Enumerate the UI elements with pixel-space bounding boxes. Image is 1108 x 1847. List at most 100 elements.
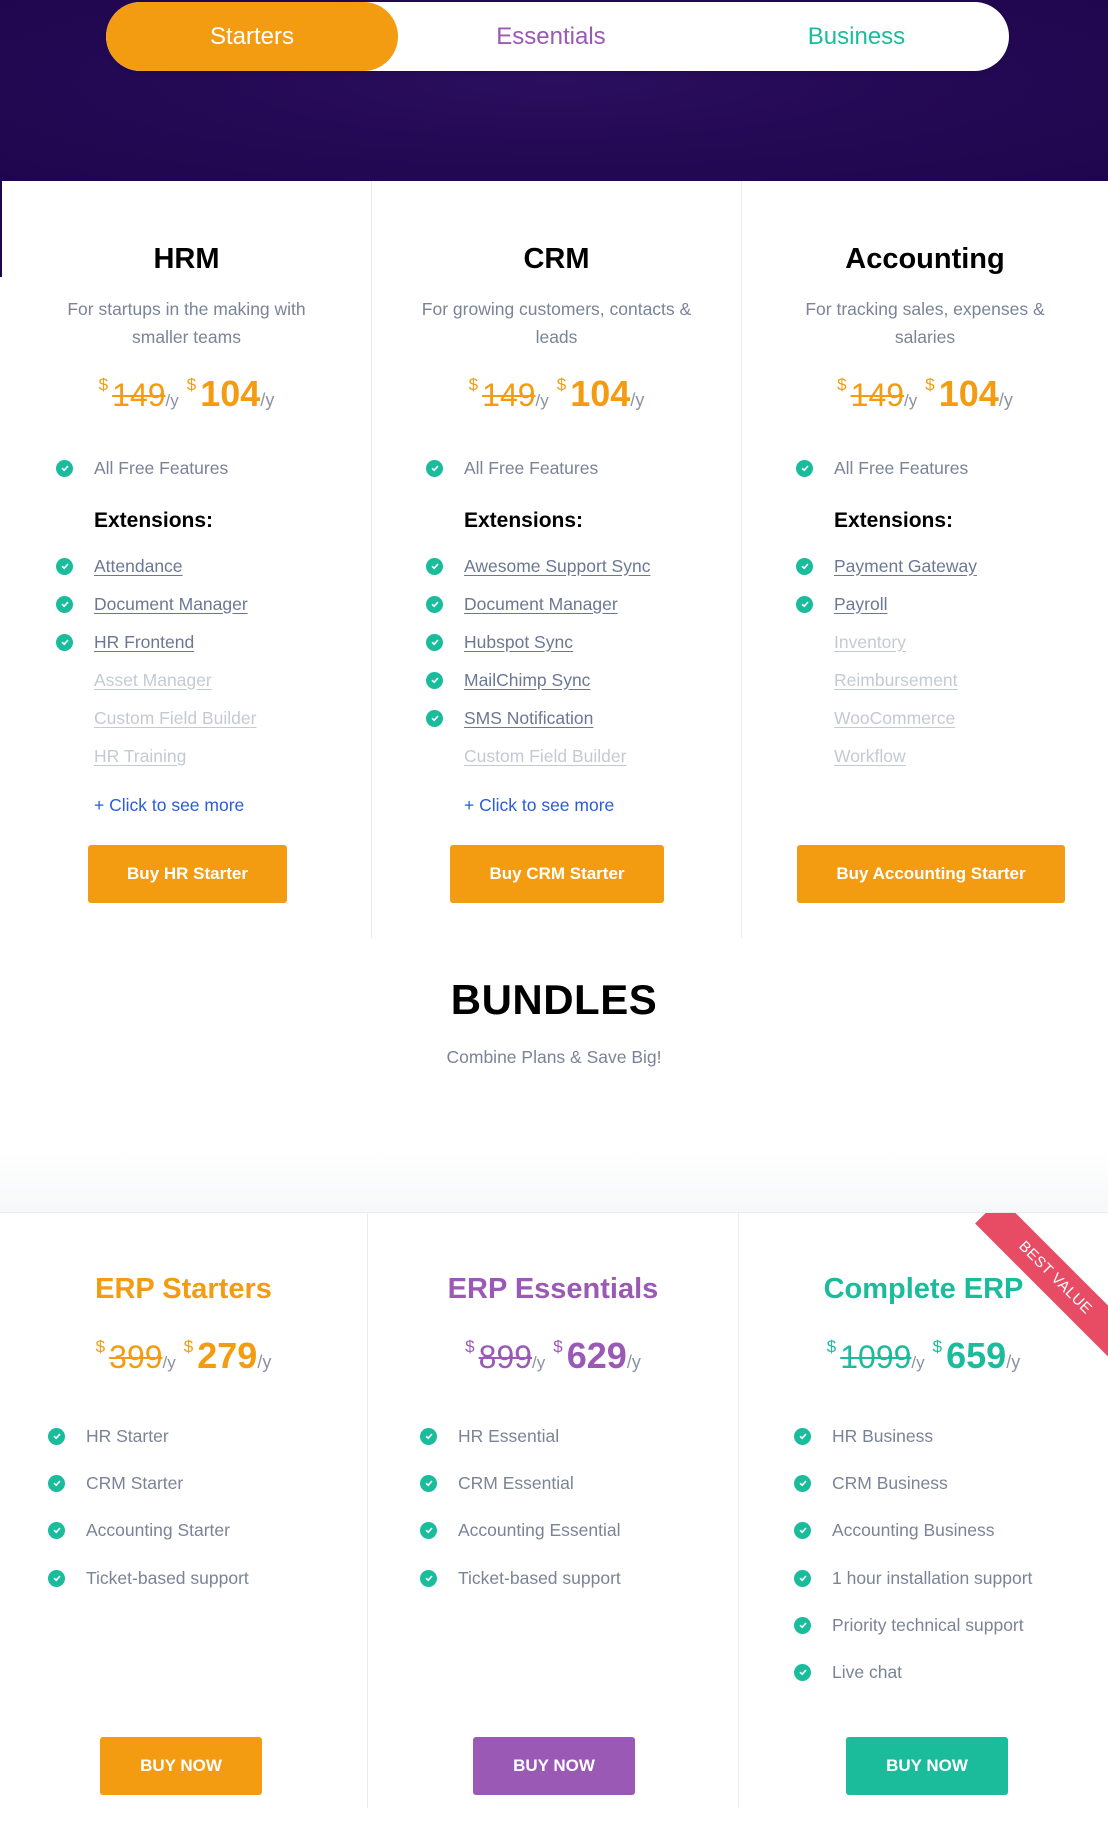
new-price: 104 xyxy=(938,373,999,414)
buy-now-button[interactable]: BUY NOW xyxy=(473,1737,635,1795)
extension-link-unavailable[interactable]: Custom Field Builder xyxy=(94,708,256,729)
extension-row: Asset Manager xyxy=(56,668,212,692)
currency-symbol: $ xyxy=(556,375,567,394)
check-circle-icon xyxy=(796,595,813,613)
extension-link[interactable]: Document Manager xyxy=(94,594,248,615)
feature-row: All Free Features xyxy=(796,456,968,480)
buy-accounting-starter-button[interactable]: Buy Accounting Starter xyxy=(797,845,1065,903)
extension-link-unavailable[interactable]: Custom Field Builder xyxy=(464,746,626,767)
bundle-feature: CRM Business xyxy=(794,1471,948,1495)
check-circle-icon xyxy=(426,709,443,727)
plan-description: For tracking sales, expenses & salaries xyxy=(805,299,1045,347)
plan-card-accounting: Accounting For tracking sales, expenses … xyxy=(742,181,1108,938)
plan-cards: HRM For startups in the making with smal… xyxy=(2,181,1108,938)
extension-link[interactable]: Document Manager xyxy=(464,594,618,615)
plan-card-hrm: HRM For startups in the making with smal… xyxy=(2,181,372,938)
extension-link-unavailable[interactable]: Reimbursement xyxy=(834,670,958,691)
see-more-link[interactable]: + Click to see more xyxy=(94,795,244,816)
price-period: /y xyxy=(532,1353,546,1372)
extension-row: Payment Gateway xyxy=(796,554,977,578)
buy-hr-starter-button[interactable]: Buy HR Starter xyxy=(88,845,287,903)
bundles-heading: BUNDLES xyxy=(450,976,658,1023)
check-circle-icon xyxy=(794,1427,811,1445)
bundle-feature: Live chat xyxy=(794,1660,902,1684)
plan-description: For startups in the making with smaller … xyxy=(67,299,306,347)
bundle-title: ERP Starters xyxy=(95,1273,272,1305)
currency-symbol: $ xyxy=(465,1337,475,1356)
currency-symbol: $ xyxy=(468,375,479,394)
extension-link[interactable]: Payment Gateway xyxy=(834,556,977,577)
price-period: /y xyxy=(911,1353,925,1372)
extension-link[interactable]: HR Frontend xyxy=(94,632,194,653)
extension-row: Custom Field Builder xyxy=(56,706,256,730)
feature-label: CRM Essential xyxy=(458,1472,574,1493)
tab-essentials[interactable]: Essentials xyxy=(398,2,704,71)
bundle-feature: CRM Essential xyxy=(420,1471,574,1495)
currency-symbol: $ xyxy=(932,1337,943,1356)
extension-row: Awesome Support Sync xyxy=(426,554,650,578)
check-circle-icon xyxy=(420,1474,437,1492)
check-circle-icon xyxy=(48,1474,65,1492)
old-price: 399 xyxy=(109,1339,163,1375)
bundle-card-erp-starters: ERP Starters $399/y $ 279/y HR Starter CRM… xyxy=(0,1213,368,1808)
feature-label: CRM Business xyxy=(832,1472,948,1493)
bundle-price: $399/y $ 279/y xyxy=(0,1335,367,1377)
old-price: 149 xyxy=(112,377,166,413)
check-circle-icon xyxy=(426,671,443,689)
check-circle-icon xyxy=(426,557,443,575)
feature-label: HR Starter xyxy=(86,1425,169,1446)
currency-symbol: $ xyxy=(553,1337,563,1356)
plan-price: $149/y $ 104/y xyxy=(2,373,371,415)
new-price: 279 xyxy=(197,1335,258,1376)
extensions-heading: Extensions: xyxy=(834,509,954,532)
extension-link-unavailable[interactable]: Asset Manager xyxy=(94,670,212,691)
extension-link-unavailable[interactable]: WooCommerce xyxy=(834,708,955,729)
extension-link-unavailable[interactable]: Workflow xyxy=(834,746,906,767)
tab-starters[interactable]: Starters xyxy=(106,2,398,71)
price-period: /y xyxy=(904,391,918,410)
extension-link[interactable]: MailChimp Sync xyxy=(464,670,590,691)
plan-title: CRM xyxy=(523,243,590,275)
extension-link[interactable]: SMS Notification xyxy=(464,708,593,729)
feature-label: Accounting Business xyxy=(832,1519,995,1540)
extension-link[interactable]: Hubspot Sync xyxy=(464,632,573,653)
extensions-heading: Extensions: xyxy=(464,509,584,532)
bundle-cards: ERP Starters $399/y $ 279/y HR Starter CRM… xyxy=(0,1213,1108,1808)
price-period: /y xyxy=(630,390,645,410)
currency-symbol: $ xyxy=(95,1337,106,1356)
check-circle-icon xyxy=(56,557,73,575)
price-period: /y xyxy=(165,391,179,410)
bundle-card-complete-erp: BEST VALUE Complete ERP $1099/y$ 659/y HR… xyxy=(739,1213,1108,1808)
extension-link-unavailable[interactable]: Inventory xyxy=(834,632,906,653)
price-period: /y xyxy=(1006,1352,1021,1372)
extension-link[interactable]: Awesome Support Sync xyxy=(464,556,650,577)
extension-row: Custom Field Builder xyxy=(426,744,626,768)
bundle-feature: Priority technical support xyxy=(794,1613,1024,1637)
section-divider xyxy=(0,1150,1108,1213)
check-circle-icon xyxy=(420,1427,437,1445)
buy-now-button[interactable]: BUY NOW xyxy=(846,1737,1008,1795)
feature-label: Accounting Essential xyxy=(458,1519,621,1540)
currency-symbol: $ xyxy=(183,1337,194,1356)
check-circle-icon xyxy=(796,459,813,477)
old-price: 899 xyxy=(478,1339,533,1375)
feature-label: All Free Features xyxy=(464,457,599,478)
buy-crm-starter-button[interactable]: Buy CRM Starter xyxy=(450,845,664,903)
tab-business[interactable]: Business xyxy=(704,2,1009,71)
check-circle-icon xyxy=(426,595,443,613)
feature-label: Ticket-based support xyxy=(458,1567,621,1588)
extension-row: Inventory xyxy=(796,630,906,654)
buy-now-button[interactable]: BUY NOW xyxy=(100,1737,262,1795)
check-circle-icon xyxy=(48,1427,65,1445)
extension-link[interactable]: Payroll xyxy=(834,594,888,615)
feature-label: Priority technical support xyxy=(832,1614,1024,1635)
feature-row: All Free Features xyxy=(426,456,598,480)
extension-link[interactable]: Attendance xyxy=(94,556,183,577)
extension-row: Workflow xyxy=(796,744,906,768)
check-circle-icon xyxy=(794,1663,811,1681)
old-price: 149 xyxy=(482,377,536,413)
check-circle-icon xyxy=(48,1521,65,1539)
see-more-link[interactable]: + Click to see more xyxy=(464,795,614,816)
extension-link-unavailable[interactable]: HR Training xyxy=(94,746,186,767)
feature-label: CRM Starter xyxy=(86,1472,184,1493)
